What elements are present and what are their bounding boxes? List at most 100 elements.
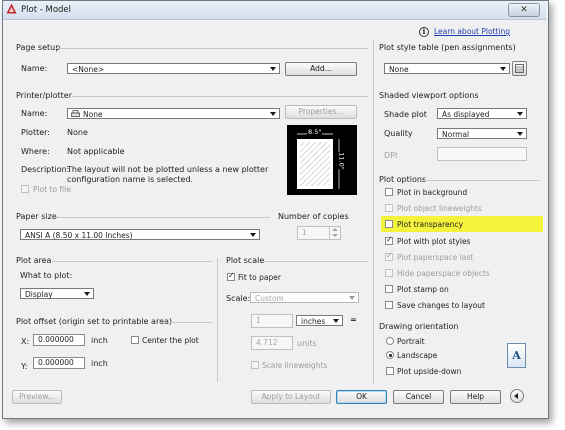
drawing-orientation-heading: Drawing orientation xyxy=(379,322,459,331)
portrait-radio[interactable] xyxy=(386,337,394,345)
quality-value: Normal xyxy=(442,130,470,139)
fit-to-paper-checkbox[interactable] xyxy=(227,271,235,281)
right-column-separator xyxy=(373,40,374,384)
spinner-down-icon[interactable] xyxy=(332,234,338,237)
plot-option-checkbox[interactable] xyxy=(385,220,393,229)
plot-scale-heading: Plot scale xyxy=(226,256,265,265)
chevron-down-icon xyxy=(84,292,90,296)
close-button[interactable]: ✕ xyxy=(508,3,540,17)
plot-option-label: Plot transparency xyxy=(397,220,464,230)
quality-label: Quality xyxy=(384,129,413,138)
paper-height-label: 11.0" xyxy=(337,152,346,170)
chevron-down-icon xyxy=(333,319,339,323)
what-to-plot-label: What to plot: xyxy=(20,271,73,280)
paper-size-select[interactable]: ANSI A (8.50 x 11.00 Inches) xyxy=(20,229,260,240)
chevron-left-icon xyxy=(514,393,518,399)
center-plot-label: Center the plot xyxy=(142,336,199,345)
dpi-label: DPI xyxy=(384,151,398,160)
scale-label: Scale: xyxy=(226,294,251,303)
plot-style-table-heading: Plot style table (pen assignments) xyxy=(379,43,516,52)
plot-option-checkbox[interactable] xyxy=(385,251,393,261)
page-setup-name-value: <None> xyxy=(72,65,105,74)
chevron-down-icon xyxy=(500,67,506,71)
scale-units-input[interactable]: 4.712 xyxy=(251,336,293,350)
autocad-app-icon xyxy=(6,3,17,14)
scale-units-label: units xyxy=(297,339,317,348)
printer-name-select[interactable]: None xyxy=(67,108,280,119)
paper-width-label: 8.5" xyxy=(307,128,323,136)
plot-upside-down-checkbox[interactable] xyxy=(386,367,394,375)
spinner-up-icon[interactable] xyxy=(332,228,338,231)
plot-option-label: Plot in background xyxy=(397,188,468,197)
plot-option-checkbox[interactable] xyxy=(385,235,393,245)
page-setup-divider xyxy=(56,48,368,49)
plot-option-label: Plot paperspace last xyxy=(397,252,474,262)
center-plot-checkbox[interactable] xyxy=(131,336,139,344)
chevron-down-icon xyxy=(250,233,256,237)
plot-option-label: Plot with plot styles xyxy=(397,236,471,246)
plot-option-checkbox[interactable] xyxy=(385,285,393,294)
learn-about-plotting-link[interactable]: Learn about Plotting xyxy=(434,27,510,36)
plot-option-checkbox[interactable] xyxy=(385,188,393,196)
offset-x-input[interactable]: 0.000000 xyxy=(33,334,85,346)
plot-offset-heading: Plot offset (origin set to printable are… xyxy=(16,317,173,326)
page-setup-name-select[interactable]: <None> xyxy=(67,63,280,74)
plot-option-checkbox[interactable] xyxy=(385,204,393,213)
offset-y-unit: inch xyxy=(91,359,108,368)
chevron-down-icon xyxy=(517,112,523,116)
scale-select[interactable]: Custom xyxy=(250,292,359,303)
offset-x-label: X: xyxy=(21,337,30,346)
plot-style-table-value: None xyxy=(389,65,409,74)
plot-scale-divider xyxy=(264,261,368,262)
printer-divider xyxy=(72,96,368,97)
description-line-2: configuration name is selected. xyxy=(67,175,194,184)
plot-option-label: Plot object lineweights xyxy=(397,204,482,214)
shade-plot-label: Shade plot xyxy=(384,110,427,119)
help-button[interactable]: Help xyxy=(450,390,501,404)
page-setup-name-label: Name: xyxy=(21,64,48,73)
landscape-radio[interactable] xyxy=(386,351,394,359)
printer-properties-button[interactable]: Properties... xyxy=(285,105,357,119)
scale-lineweights-checkbox[interactable] xyxy=(251,361,259,369)
scale-unit-select[interactable]: inches xyxy=(296,315,343,326)
cancel-button[interactable]: Cancel xyxy=(393,390,444,404)
apply-to-layout-button[interactable]: Apply to Layout xyxy=(251,390,331,404)
paper-preview: 8.5" 11.0" xyxy=(287,125,357,195)
dpi-input[interactable] xyxy=(437,147,527,161)
paper-size-heading: Paper size xyxy=(16,212,57,221)
where-label: Where: xyxy=(21,147,50,156)
orientation-letter: A xyxy=(512,349,521,362)
plot-upside-down-label: Plot upside-down xyxy=(397,367,462,376)
plot-to-file-checkbox[interactable] xyxy=(21,185,29,193)
plot-option-checkbox[interactable] xyxy=(385,269,393,277)
copies-spinner[interactable] xyxy=(329,227,341,239)
collapse-options-button[interactable] xyxy=(510,389,524,403)
shade-plot-select[interactable]: As displayed xyxy=(437,108,527,119)
scale-lineweights-label: Scale lineweights xyxy=(262,361,328,370)
what-to-plot-select[interactable]: Display xyxy=(20,288,94,299)
add-page-setup-button[interactable]: Add... xyxy=(285,62,357,76)
plot-to-file-label: Plot to file xyxy=(33,185,71,194)
preview-button[interactable]: Preview... xyxy=(12,390,62,404)
plot-style-table-select[interactable]: None xyxy=(384,63,510,74)
copies-heading: Number of copies xyxy=(278,212,349,221)
offset-x-unit: inch xyxy=(91,336,108,345)
title-bar xyxy=(3,1,546,20)
edit-plot-style-button[interactable] xyxy=(512,61,527,76)
plot-option-label: Save changes to layout xyxy=(397,301,486,311)
scale-numerator-input[interactable]: 1 xyxy=(251,314,293,328)
chevron-down-icon xyxy=(270,112,276,116)
plot-option-label: Hide paperspace objects xyxy=(397,269,490,278)
window-title: Plot - Model xyxy=(21,5,72,15)
equals-sign: = xyxy=(350,315,357,324)
plotter-label: Plotter: xyxy=(21,128,50,137)
chevron-down-icon xyxy=(517,132,523,136)
landscape-label: Landscape xyxy=(397,351,438,360)
ok-button[interactable]: OK xyxy=(336,390,387,404)
printer-name-value: None xyxy=(83,110,103,119)
description-line-1: The layout will not be plotted unless a … xyxy=(67,165,269,174)
scale-value: Custom xyxy=(255,294,284,303)
quality-select[interactable]: Normal xyxy=(437,128,527,139)
offset-y-input[interactable]: 0.000000 xyxy=(33,357,85,369)
plot-option-checkbox[interactable] xyxy=(385,301,393,310)
